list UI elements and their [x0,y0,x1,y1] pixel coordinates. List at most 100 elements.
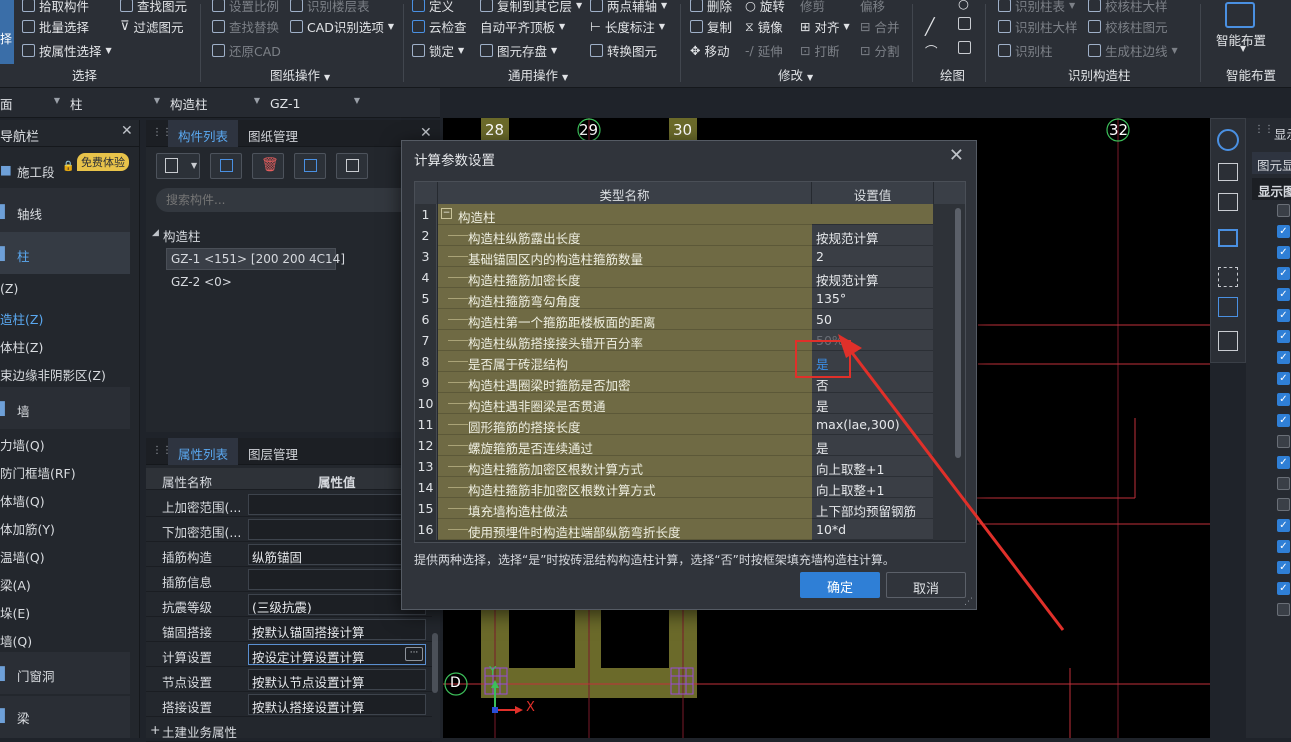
attr-value-field[interactable]: 纵筋锚固 [248,544,426,565]
move-button[interactable]: ✥ 移动 [690,41,730,60]
display-checkbox[interactable]: ✓ [1277,582,1290,595]
nav-item-axis[interactable]: 轴线 [17,204,42,223]
tree-root-label[interactable]: 构造柱 [163,226,201,245]
nav-item-construction-stage[interactable]: 施工段 [17,162,55,181]
grid-row[interactable]: 16 使用预埋件时构造柱端部纵筋弯折长度 10*d [415,519,965,540]
restore-cad-button[interactable]: 还原CAD [212,41,281,60]
box-view-icon[interactable] [1218,193,1238,211]
nav-item-blast-door-wall[interactable]: 防门框墙(RF) [0,463,76,482]
display-checkbox[interactable]: ✓ [1277,330,1290,343]
more-options-button[interactable]: ··· [405,647,423,661]
tab-element-display[interactable]: 图元显 [1252,152,1291,174]
offset-button[interactable]: 偏移 [860,0,885,15]
length-dimension-button[interactable]: ⊢ 长度标注 ▼ [590,17,665,36]
merge-button[interactable]: ⊟ 合并 [860,17,900,36]
check-column-element-button[interactable]: 校核柱图元 [1088,17,1168,36]
3d-view-icon[interactable] [1218,163,1238,181]
grid-row[interactable]: 13 构造柱箍筋加密区根数计算方式 向上取整+1 [415,456,965,477]
arc-draw-icon[interactable]: ⌒ [925,41,938,60]
two-point-axis-button[interactable]: 两点辅轴 ▼ [590,0,667,15]
free-trial-badge[interactable]: 免费体验 [77,153,129,171]
attr-value-field[interactable]: 按默认搭接设置计算 [248,694,426,715]
box-blue-icon[interactable] [1218,229,1238,247]
filter-element-button[interactable]: ⊽ 过滤图元 [120,17,184,36]
display-checkbox[interactable]: ✓ [1277,246,1290,259]
circle-draw-icon[interactable]: ○ [958,0,969,11]
nav-item-masonry-column[interactable]: 体柱(Z) [0,337,43,356]
grid-row[interactable]: 5 构造柱箍筋弯勾角度 135° [415,288,965,309]
grid-row[interactable]: 6 构造柱第一个箍筋距楼板面的距离 50 [415,309,965,330]
display-settings-icon[interactable] [1218,331,1238,351]
smart-layout-dropdown[interactable]: ▼ [1240,44,1246,53]
display-checkbox[interactable]: ✓ [1277,351,1290,364]
save-element-button[interactable]: 图元存盘 ▼ [480,41,557,60]
ok-button[interactable]: 确定 [800,572,880,598]
grid-row[interactable]: 8 是否属于砖混结构是 [415,351,965,372]
grid-row[interactable]: 3 基础锚固区内的构造柱箍筋数量 2 [415,246,965,267]
grid-param-value[interactable]: 按规范计算 [812,225,933,246]
nav-item-structural-column[interactable]: 造柱(Z) [0,309,43,328]
attr-value-field[interactable]: 按默认节点设置计算 [248,669,426,690]
display-checkbox[interactable]: ✓ [1277,225,1290,238]
smart-layout-icon[interactable] [1225,2,1255,28]
hide-element-icon[interactable] [1218,297,1238,317]
find-replace-button[interactable]: 查找替换 [212,17,279,36]
grid-row[interactable]: 10 构造柱遇非圈梁是否贯通 是 [415,393,965,414]
display-checkbox[interactable] [1277,435,1290,448]
delete-button[interactable]: 删除 [690,0,732,15]
collapse-icon[interactable]: − [441,208,452,219]
component-type-combo[interactable]: 构造柱 ▼ [170,93,262,113]
line-draw-icon[interactable]: ╱ [925,17,935,36]
display-checkbox[interactable]: ✓ [1277,309,1290,322]
identify-column-button[interactable]: 识别柱 [998,41,1053,60]
grid-param-value[interactable]: 50 [812,309,933,330]
nav-item-z[interactable]: (Z) [0,281,18,296]
tab-drawing-manager[interactable]: 图纸管理 [238,120,308,147]
pick-component-button[interactable]: 拾取构件 [22,0,89,15]
display-checkbox[interactable]: ✓ [1277,393,1290,406]
delete-component-button[interactable]: 🗑 [252,153,284,179]
drag-handle-icon[interactable]: ⋮⋮ [1254,124,1274,135]
attribute-scrollbar[interactable] [432,633,438,693]
expand-icon[interactable]: + [150,722,160,737]
grid-row[interactable]: 4 构造柱箍筋加密长度 按规范计算 [415,267,965,288]
layer-copy-button[interactable] [294,153,326,179]
display-checkbox[interactable]: ✓ [1277,456,1290,469]
close-icon[interactable]: ✕ [121,123,133,139]
select-tool-active[interactable]: 择 [0,0,14,64]
tab-component-list[interactable]: 构件列表 [168,120,239,147]
display-checkbox[interactable] [1277,204,1290,217]
convert-element-button[interactable]: 转换图元 [590,41,657,60]
extend-button[interactable]: -/延伸 [745,41,783,60]
grid-row[interactable]: 12 螺旋箍筋是否连续通过 是 [415,435,965,456]
floor-combo[interactable]: 面 ▼ [0,93,62,113]
tab-attribute-list[interactable]: 属性列表 [168,438,239,465]
grid-row[interactable]: 14 构造柱箍筋非加密区根数计算方式 向上取整+1 [415,477,965,498]
batch-select-button[interactable]: 批量选择 [22,17,89,36]
select-by-attribute-button[interactable]: 按属性选择 ▼ [22,41,112,60]
check-column-detail-button[interactable]: 校核柱大样 [1088,0,1168,15]
copy-to-other-layer-button[interactable]: 复制到其它层 ▼ [480,0,582,15]
cancel-button[interactable]: 取消 [886,572,966,598]
cad-identify-options-button[interactable]: CAD识别选项 ▼ [290,17,394,36]
identify-column-table-button[interactable]: 识别柱表 ▼ [998,0,1075,15]
trim-button[interactable]: 修剪 [800,0,825,15]
component-name-combo[interactable]: GZ-1 ▼ [270,93,362,113]
cloud-check-button[interactable]: 云检查 [412,17,467,36]
polygon-draw-icon[interactable] [958,41,971,54]
auto-align-top-button[interactable]: 自动平齐顶板 ▼ [480,17,565,36]
align-button[interactable]: ⊞ 对齐 ▼ [800,17,850,36]
grid-param-value[interactable]: 2 [812,246,933,267]
display-checkbox[interactable] [1277,603,1290,616]
close-icon[interactable]: ✕ [949,145,964,166]
lock-button[interactable]: 锁定 ▼ [412,41,464,60]
grid-param-value[interactable]: 10*d [812,519,933,540]
nav-item-masonry-wall[interactable]: 体墙(Q) [0,491,45,510]
nav-item-edge-zone[interactable]: 束边缘非阴影区(Z) [0,365,106,384]
resize-grip-icon[interactable]: ⋰ [964,597,973,607]
set-scale-button[interactable]: 设置比例 [212,0,279,15]
display-checkbox[interactable]: ✓ [1277,414,1290,427]
identify-column-detail-button[interactable]: 识别柱大样 [998,17,1078,36]
display-checkbox[interactable]: ✓ [1277,561,1290,574]
grid-param-value[interactable]: 是 [812,393,933,414]
